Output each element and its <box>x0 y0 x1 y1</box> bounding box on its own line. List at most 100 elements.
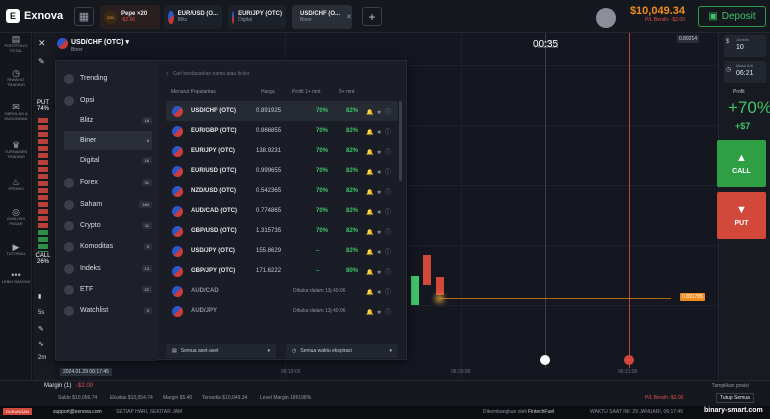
nav-portfolio[interactable]: ▤ PORTFOLIO TOTAL <box>0 34 32 54</box>
col-price[interactable]: Harga <box>261 89 275 95</box>
avatar[interactable] <box>596 8 616 28</box>
category-digital[interactable]: Digital 16 <box>64 151 152 170</box>
timeframe-2m[interactable]: 2m <box>38 355 46 361</box>
tab-pepe[interactable]: 22K Pepe ×20 -$2.00 <box>100 5 160 29</box>
close-all-button[interactable]: Tutup Semua <box>716 393 754 403</box>
asset-row[interactable]: AUD/JPY Dibuka dalam 13j 40:06 🔔★ⓘ <box>166 301 398 321</box>
developer-brand[interactable]: FintechFuel <box>528 409 554 415</box>
row-actions-icons[interactable]: 🔔★ⓘ <box>366 227 394 236</box>
draw-icon[interactable]: ✎ <box>38 325 44 333</box>
search-input[interactable]: ⌕ Cari berdasarkan nama atau ticker <box>166 67 400 81</box>
asset-row-name: EUR/USD (OTC) <box>191 168 237 174</box>
nav-promo[interactable]: ♨ PROMO <box>0 178 32 192</box>
briefcase-icon: ▤ <box>11 34 21 44</box>
asset-row-profit5: 82% <box>346 108 359 114</box>
wave-icon[interactable]: ∿ <box>38 340 44 348</box>
expiry-field[interactable]: ◷ Masa Kdl 06:21 <box>724 61 766 83</box>
purchase-time-line <box>545 33 546 368</box>
col-profit1[interactable]: Profit 1+ mnt <box>292 89 320 95</box>
row-actions-icons[interactable]: 🔔★ⓘ <box>366 147 394 156</box>
show-positions-link[interactable]: Tampilkan posisi <box>712 383 749 389</box>
row-actions-icons[interactable]: 🔔★ⓘ <box>366 107 394 116</box>
asset-row[interactable]: EUR/GBP (OTC) 0.866855 70% 82% 🔔★ⓘ <box>166 121 398 141</box>
grid-menu-button[interactable]: ▦ <box>74 7 94 26</box>
asset-row[interactable]: USD/JPY (OTC) 155.8629 – 82% 🔔★ⓘ <box>166 241 398 261</box>
options-icon <box>64 95 74 106</box>
nav-label: PORTFOLIO TOTAL <box>4 43 28 53</box>
row-actions-icons[interactable]: 🔔★ⓘ <box>366 167 394 176</box>
row-actions-icons[interactable]: 🔔★ⓘ <box>366 127 394 136</box>
nav-chat[interactable]: ✉ OBROLAN & DUKUNGAN <box>0 103 32 122</box>
pen-icon[interactable]: ✎ <box>38 57 45 66</box>
row-actions-icons[interactable]: 🔔★ⓘ <box>366 267 394 276</box>
asset-row[interactable]: EUR/USD (OTC) 0.999655 70% 82% 🔔★ⓘ <box>166 161 398 181</box>
row-actions-icons[interactable]: 🔔★ⓘ <box>366 307 394 316</box>
put-button[interactable]: ▼ PUT <box>717 192 766 239</box>
exnova-logo[interactable]: E Exnova <box>6 9 63 23</box>
category-forex[interactable]: Forex 31 <box>64 173 152 192</box>
nav-tournament[interactable]: ♛ TURNAMEN TRADING <box>0 141 32 160</box>
amount-field[interactable]: $ Jumlah 10 <box>724 35 766 57</box>
asset-filter-select[interactable]: ▤ Semua aset-aset ▾ <box>166 344 276 358</box>
scrollbar[interactable] <box>399 101 402 181</box>
support-email[interactable]: support@exnova.com <box>53 409 102 415</box>
category-count: 11 <box>141 222 152 229</box>
asset-row[interactable]: GBP/JPY (OTC) 171.6222 – 80% 🔔★ⓘ <box>166 261 398 281</box>
row-actions-icons[interactable]: 🔔★ⓘ <box>366 247 394 256</box>
tab-eurusd[interactable]: EUR/USD (O... Blitz <box>164 5 222 29</box>
nav-history[interactable]: ◷ RIWAYAT TRADING <box>0 68 32 88</box>
deposit-button[interactable]: ▣ Deposit <box>698 6 766 27</box>
nav-analysis[interactable]: ◎ ANALISIS PASAR <box>0 208 32 227</box>
candle <box>436 277 444 295</box>
margin-title[interactable]: Margin (1) <box>44 383 71 389</box>
flag-icon <box>232 10 235 24</box>
nav-more[interactable]: ••• LEBIH BANYAK <box>0 271 32 285</box>
asset-row[interactable]: EUR/JPY (OTC) 138.9231 70% 82% 🔔★ⓘ <box>166 141 398 161</box>
indicator-icon[interactable]: ▮ <box>38 293 41 300</box>
category-label: Opsi <box>80 97 95 104</box>
add-tab-button[interactable]: + <box>362 7 382 26</box>
category-komoditas[interactable]: Komoditas 3 <box>64 237 152 256</box>
category-indeks[interactable]: Indeks 13 <box>64 259 152 278</box>
category-watchlist[interactable]: Watchlist 0 <box>64 301 152 320</box>
asset-row[interactable]: USD/CHF (OTC) 0.891925 70% 82% 🔔★ⓘ <box>166 101 398 121</box>
close-icon[interactable]: ✕ <box>38 38 46 49</box>
category-count: 13 <box>141 265 152 272</box>
category-saham[interactable]: Saham 184 <box>64 195 152 214</box>
asset-row[interactable]: NZD/USD (OTC) 0.542365 70% 82% 🔔★ⓘ <box>166 181 398 201</box>
col-name[interactable]: Menurut Popularitas <box>171 89 216 95</box>
category-blitz[interactable]: Blitz 18 <box>64 111 152 130</box>
history-icon: ◷ <box>12 68 20 78</box>
nav-tutorial[interactable]: ▶ TUTORIAL <box>0 243 32 257</box>
nav-label: RIWAYAT TRADING <box>7 77 25 87</box>
account-balance[interactable]: $10,049.34 P/L Bersih: -$2.00 <box>625 5 685 23</box>
category-trending[interactable]: Trending <box>64 69 152 88</box>
clock-icon: ◷ <box>292 348 297 354</box>
timeframe-5s[interactable]: 5s <box>38 310 44 316</box>
asset-row[interactable]: AUD/CAD (OTC) 0.774865 70% 82% 🔔★ⓘ <box>166 201 398 221</box>
watermark-site: binary-smart.com <box>704 407 763 414</box>
asset-row-profit1: 70% <box>316 108 329 114</box>
category-biner[interactable]: Biner 6 <box>64 131 152 150</box>
category-crypto[interactable]: Crypto 11 <box>64 216 152 235</box>
category-label: Forex <box>80 179 98 186</box>
row-actions-icons[interactable]: 🔔★ⓘ <box>366 207 394 216</box>
row-actions-icons[interactable]: 🔔★ⓘ <box>366 287 394 296</box>
asset-row[interactable]: AUD/CAD Dibuka dalam 13j 40:06 🔔★ⓘ <box>166 281 398 301</box>
tab-usdchf-active[interactable]: USD/CHF (O... Biner ✕ <box>292 5 352 29</box>
call-button[interactable]: ▲ CALL <box>717 140 766 187</box>
category-label: Crypto <box>80 222 101 229</box>
asset-row-price: 155.8629 <box>256 248 282 254</box>
row-actions-icons[interactable]: 🔔★ⓘ <box>366 187 394 196</box>
support-button[interactable]: DUKUNGAN <box>3 408 32 415</box>
close-icon[interactable]: ✕ <box>346 13 352 21</box>
category-etf[interactable]: ETF 22 <box>64 280 152 299</box>
tab-eurjpy[interactable]: EUR/JPY (OTC) Digital <box>228 5 286 29</box>
col-profit5[interactable]: 5+ mnt <box>339 89 354 95</box>
category-opsi[interactable]: Opsi <box>64 91 152 110</box>
asset-row-name: EUR/GBP (OTC) <box>191 128 237 134</box>
expiry-filter-select[interactable]: ◷ Semua waktu ekspirasi ▾ <box>286 344 398 358</box>
category-count: 184 <box>139 201 152 208</box>
asset-selector[interactable]: USD/CHF (OTC) ▾ Biner <box>57 38 129 53</box>
asset-row[interactable]: GBP/USD (OTC) 1.315735 70% 82% 🔔★ⓘ <box>166 221 398 241</box>
